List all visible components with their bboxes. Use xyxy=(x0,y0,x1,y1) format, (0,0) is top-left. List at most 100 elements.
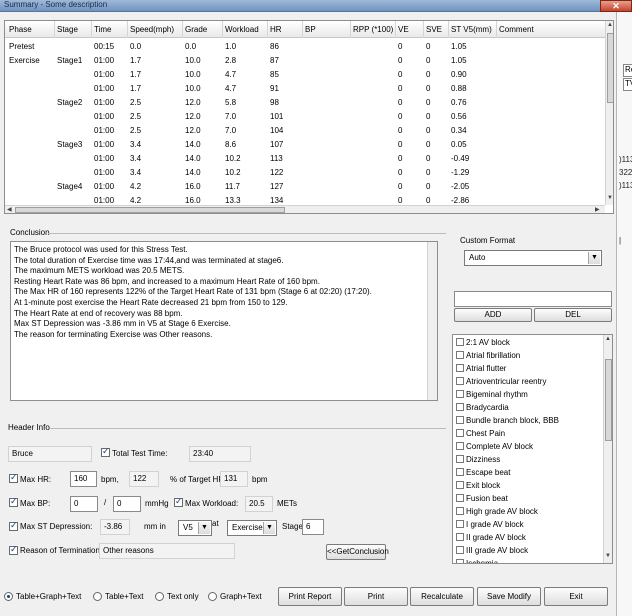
checkbox[interactable] xyxy=(456,481,464,489)
scrollbar-thumb[interactable] xyxy=(15,207,285,213)
checkbox[interactable] xyxy=(456,403,464,411)
table-row[interactable]: 01:00 1.7 10.0 4.7 85 0 0 0.90 xyxy=(5,68,605,82)
checkbox[interactable] xyxy=(456,377,464,385)
checkbox[interactable] xyxy=(456,468,464,476)
reason-checkbox[interactable] xyxy=(9,544,18,555)
view-mode-label[interactable]: Graph+Text xyxy=(220,592,262,601)
column-header[interactable]: Grade xyxy=(185,25,207,34)
custom-format-input[interactable] xyxy=(454,291,612,307)
save-modify-button[interactable]: Save Modify xyxy=(477,587,541,606)
checkbox[interactable] xyxy=(456,338,464,346)
checkbox[interactable] xyxy=(456,390,464,398)
lead-select[interactable]: V5 ▼ xyxy=(178,520,212,536)
max-hr-checkbox[interactable] xyxy=(9,472,18,483)
chevron-down-icon[interactable]: ▼ xyxy=(263,522,275,534)
get-conclusion-button[interactable]: <<GetConclusion xyxy=(326,544,389,560)
checkbox[interactable] xyxy=(456,364,464,372)
scroll-up-icon[interactable]: ▲ xyxy=(607,22,613,28)
checkbox[interactable] xyxy=(456,455,464,463)
column-header[interactable]: VE xyxy=(398,25,409,34)
checkbox[interactable] xyxy=(456,351,464,359)
total-test-time-checkbox[interactable] xyxy=(101,446,110,457)
custom-format-select[interactable]: Auto ▼ xyxy=(464,250,602,266)
table-row[interactable]: Stage3 01:00 3.4 14.0 8.6 107 0 0 0.05 xyxy=(5,138,605,152)
max-bp-checkbox[interactable] xyxy=(9,496,18,507)
column-header[interactable]: Phase xyxy=(9,25,32,34)
scroll-down-icon[interactable]: ▼ xyxy=(607,195,613,201)
conclusion-scrollbar[interactable] xyxy=(427,242,437,400)
column-divider[interactable] xyxy=(127,21,128,38)
checkbox[interactable] xyxy=(456,546,464,554)
column-divider[interactable] xyxy=(423,21,424,38)
checkbox[interactable] xyxy=(456,442,464,450)
column-header[interactable]: SVE xyxy=(426,25,442,34)
add-button[interactable]: ADD xyxy=(454,308,532,322)
column-divider[interactable] xyxy=(267,21,268,38)
column-header[interactable]: BP xyxy=(305,25,316,34)
table-horizontal-scrollbar[interactable]: ◀ ▶ xyxy=(5,205,605,213)
stage-input[interactable]: 6 xyxy=(302,519,324,535)
stage-data-table[interactable]: Phase Stage Time Speed(mph) Grade Workload HR B… xyxy=(4,20,614,214)
column-header[interactable]: Comment xyxy=(499,25,534,34)
column-divider[interactable] xyxy=(91,21,92,38)
column-divider[interactable] xyxy=(395,21,396,38)
column-header[interactable]: HR xyxy=(270,25,282,34)
column-header[interactable]: Workload xyxy=(225,25,259,34)
recalculate-button[interactable]: Recalculate xyxy=(410,587,474,606)
column-divider[interactable] xyxy=(54,21,55,38)
view-mode-radio[interactable] xyxy=(4,592,13,601)
table-row[interactable]: 01:00 3.4 14.0 10.2 113 0 0 -0.49 xyxy=(5,152,605,166)
checklist-scrollbar[interactable]: ▲ ▼ xyxy=(603,335,612,563)
chevron-down-icon[interactable]: ▼ xyxy=(588,252,600,264)
scroll-up-icon[interactable]: ▲ xyxy=(605,336,611,342)
table-row[interactable]: Stage4 01:00 4.2 16.0 11.7 127 0 0 -2.05 xyxy=(5,180,605,194)
table-row[interactable]: Pretest 00:15 0.0 0.0 1.0 86 0 0 1.05 xyxy=(5,40,605,54)
view-mode-label[interactable]: Table+Text xyxy=(105,592,143,601)
table-row[interactable]: 01:00 3.4 14.0 10.2 122 0 0 -1.29 xyxy=(5,166,605,180)
table-row[interactable]: Exercise Stage1 01:00 1.7 10.0 2.8 87 0 0 1.05 xyxy=(5,54,605,68)
column-header[interactable]: Speed(mph) xyxy=(130,25,174,34)
scrollbar-thumb[interactable] xyxy=(607,33,613,103)
column-divider[interactable] xyxy=(496,21,497,38)
checkbox[interactable] xyxy=(456,494,464,502)
checkbox[interactable] xyxy=(456,416,464,424)
max-hr-input[interactable]: 160 xyxy=(70,471,97,487)
print-report-button[interactable]: Print Report xyxy=(278,587,342,606)
exit-button[interactable]: Exit xyxy=(544,587,608,606)
column-header[interactable]: Stage xyxy=(57,25,78,34)
bp-diastolic-input[interactable]: 0 xyxy=(113,496,141,512)
table-row[interactable]: Stage2 01:00 2.5 12.0 5.8 98 0 0 0.76 xyxy=(5,96,605,110)
table-row[interactable]: 01:00 2.5 12.0 7.0 104 0 0 0.34 xyxy=(5,124,605,138)
del-button[interactable]: DEL xyxy=(534,308,612,322)
scroll-down-icon[interactable]: ▼ xyxy=(605,553,611,559)
view-mode-label[interactable]: Text only xyxy=(167,592,199,601)
max-st-depression-checkbox[interactable] xyxy=(9,520,18,531)
column-header[interactable]: ST V5(mm) xyxy=(451,25,492,34)
column-divider[interactable] xyxy=(302,21,303,38)
finding-checklist[interactable]: ▲ ▼ 2:1 AV block Atrial fibrillation Atria… xyxy=(452,334,613,564)
checkbox[interactable] xyxy=(456,533,464,541)
bp-systolic-input[interactable]: 0 xyxy=(70,496,98,512)
close-button[interactable]: ✕ xyxy=(600,0,632,12)
print-button[interactable]: Print xyxy=(344,587,408,606)
scrollbar-thumb[interactable] xyxy=(605,359,612,441)
checkbox[interactable] xyxy=(456,507,464,515)
checkbox[interactable] xyxy=(456,559,464,563)
view-mode-label[interactable]: Table+Graph+Text xyxy=(16,592,81,601)
column-divider[interactable] xyxy=(182,21,183,38)
column-divider[interactable] xyxy=(350,21,351,38)
column-divider[interactable] xyxy=(222,21,223,38)
view-mode-radio[interactable] xyxy=(93,592,102,601)
max-workload-checkbox[interactable] xyxy=(174,496,183,507)
table-row[interactable]: 01:00 2.5 12.0 7.0 101 0 0 0.56 xyxy=(5,110,605,124)
column-header[interactable]: RPP (*100) xyxy=(353,25,393,34)
checkbox[interactable] xyxy=(456,520,464,528)
checkbox[interactable] xyxy=(456,429,464,437)
conclusion-textarea[interactable]: The Bruce protocol was used for this Str… xyxy=(10,241,438,401)
table-row[interactable]: 01:00 1.7 10.0 4.7 91 0 0 0.88 xyxy=(5,82,605,96)
column-divider[interactable] xyxy=(448,21,449,38)
view-mode-radio[interactable] xyxy=(155,592,164,601)
table-vertical-scrollbar[interactable]: ▲ ▼ xyxy=(605,21,613,205)
chevron-down-icon[interactable]: ▼ xyxy=(198,522,210,534)
view-mode-radio[interactable] xyxy=(208,592,217,601)
